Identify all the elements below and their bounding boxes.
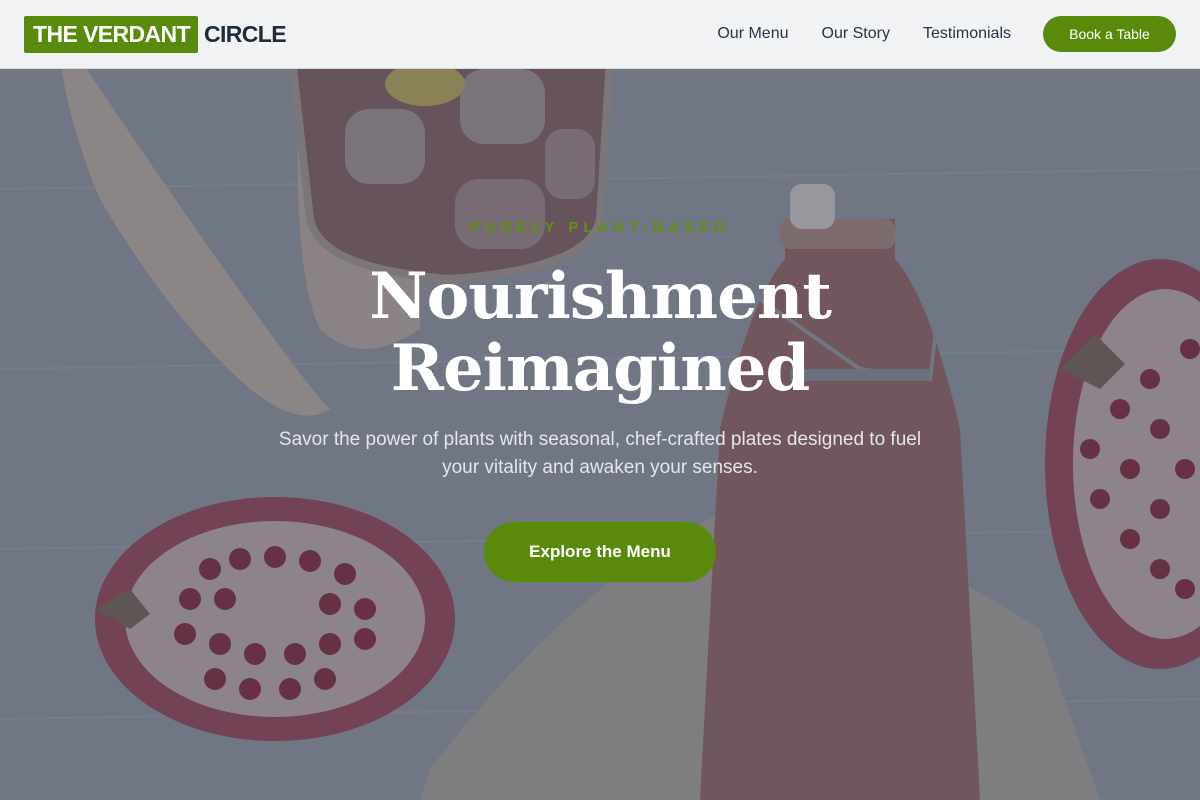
- nav-link-our-story[interactable]: Our Story: [822, 25, 890, 43]
- book-table-button[interactable]: Book a Table: [1043, 16, 1176, 52]
- hero-content: PURELY PLANT-BASED Nourishment Reimagine…: [0, 69, 1200, 800]
- hero-subtext: Savor the power of plants with seasonal,…: [278, 429, 922, 478]
- hero-section: PURELY PLANT-BASED Nourishment Reimagine…: [0, 69, 1200, 800]
- hero-headline: Nourishment Reimagined: [0, 261, 1200, 405]
- logo-highlight: THE VERDANT: [24, 15, 198, 53]
- hero-headline-line2: Reimagined: [390, 331, 810, 406]
- hero-eyebrow: PURELY PLANT-BASED: [469, 219, 731, 236]
- site-header: THE VERDANT CIRCLE Our Menu Our Story Te…: [0, 0, 1200, 69]
- nav-link-testimonials[interactable]: Testimonials: [923, 25, 1011, 43]
- explore-menu-button[interactable]: Explore the Menu: [484, 522, 716, 582]
- brand-logo[interactable]: THE VERDANT CIRCLE: [24, 15, 287, 53]
- hero-headline-line1: Nourishment: [369, 259, 832, 334]
- main-nav: Our Menu Our Story Testimonials Book a T…: [717, 16, 1176, 52]
- logo-text: CIRCLE: [203, 21, 287, 47]
- nav-link-our-menu[interactable]: Our Menu: [717, 25, 788, 43]
